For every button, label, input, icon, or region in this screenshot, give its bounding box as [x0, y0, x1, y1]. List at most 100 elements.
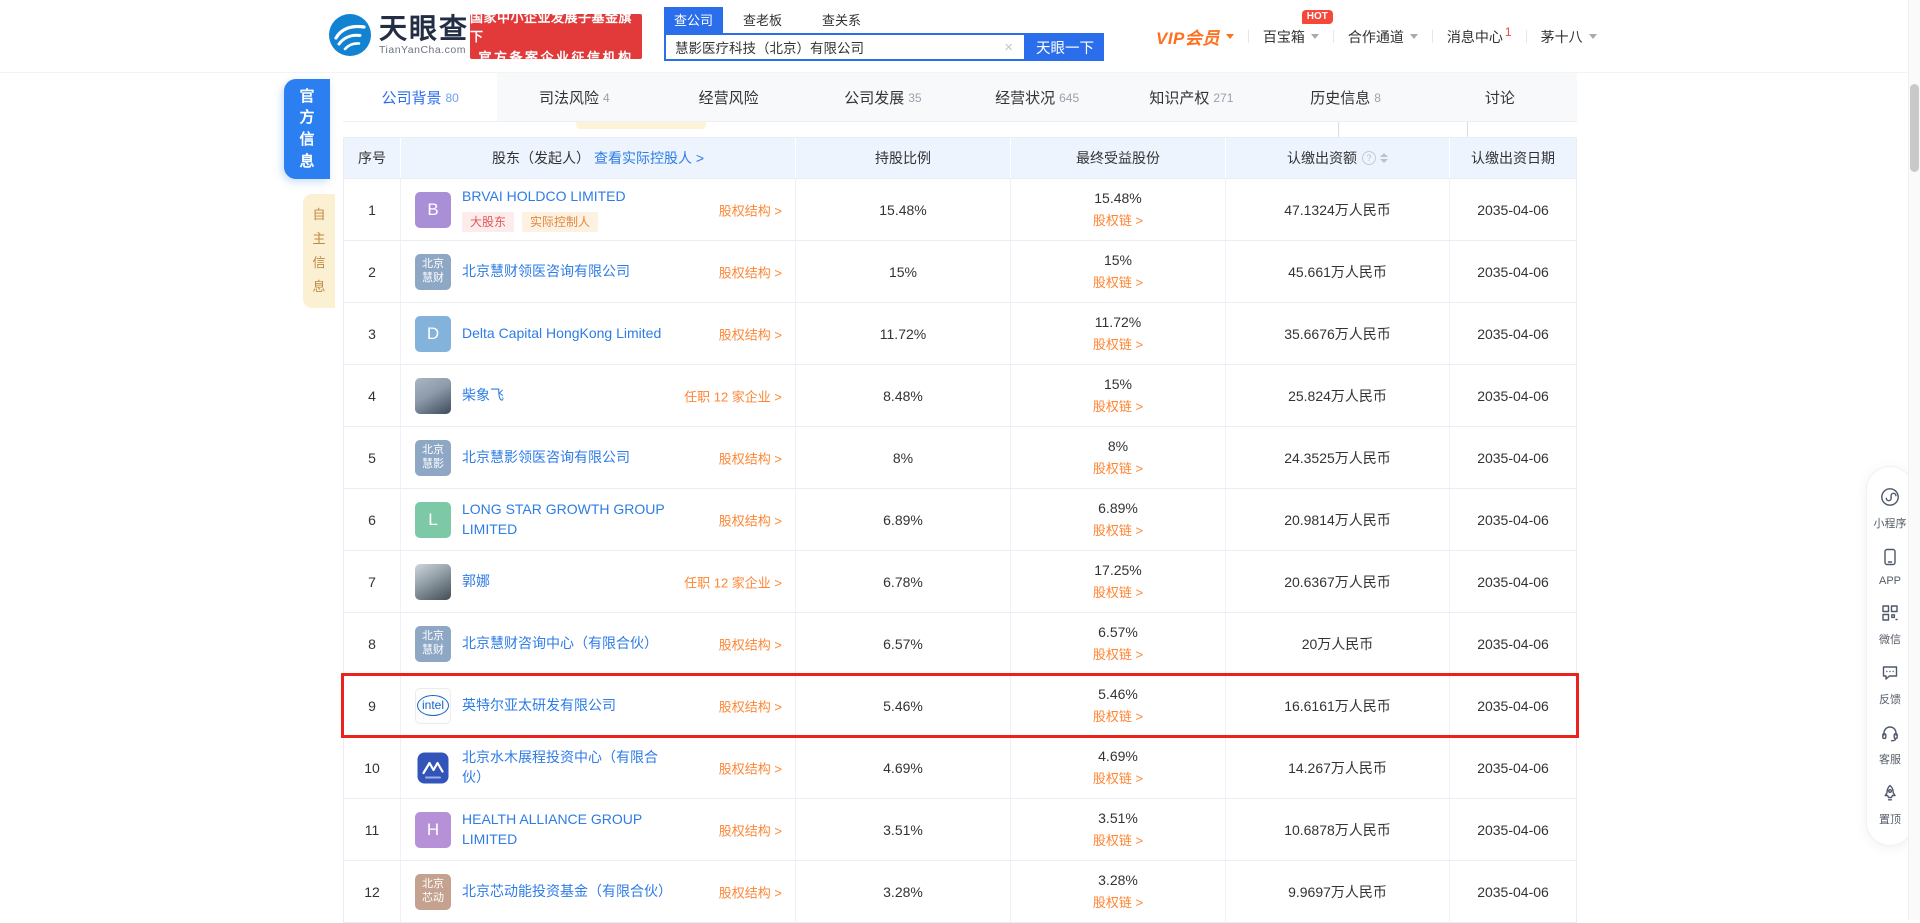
shareholder-avatar[interactable] [415, 377, 451, 414]
shareholder-name-link[interactable]: 英特尔亚太研发有限公司 [462, 696, 616, 716]
vip-member-menu[interactable]: VIP会员 [1156, 24, 1234, 49]
beneficial-share-value: 15% [1103, 252, 1133, 268]
equity-chain-link[interactable]: 股权链 > [1093, 582, 1143, 601]
shareholder-name-link[interactable]: 北京水木展程投资中心（有限合伙） [462, 748, 674, 787]
search-tab[interactable]: 查关系 [812, 7, 871, 33]
nav-tab[interactable]: 历史信息 8 [1269, 73, 1423, 121]
shareholder-name-link[interactable]: 北京慧财咨询中心（有限合伙） [462, 634, 658, 654]
equity-chain-link[interactable]: 股权链 > [1093, 768, 1143, 787]
shareholder-avatar[interactable]: B [415, 191, 451, 228]
shareholder-name-link[interactable]: 柴象飞 [462, 386, 504, 406]
shareholder-avatar[interactable]: 北京 慧财 [415, 253, 451, 290]
shareholder-name-link[interactable]: Delta Capital HongKong Limited [462, 324, 661, 344]
search-input[interactable]: 慧影医疗科技（北京）有限公司 × [664, 33, 1026, 61]
holding-ratio-value: 11.72% [879, 325, 927, 342]
equity-structure-link[interactable]: 股权结构 > [719, 510, 782, 529]
equity-chain-link[interactable]: 股权链 > [1093, 644, 1143, 663]
equity-chain-link[interactable]: 股权链 > [1093, 396, 1143, 415]
nav-tab[interactable]: 公司发展 35 [806, 73, 960, 121]
equity-chain-link[interactable]: 股权链 > [1093, 830, 1143, 849]
subscribed-capital-value: 10.6878万人民币 [1284, 821, 1391, 838]
shareholder-avatar[interactable]: 北京 芯动 [415, 873, 451, 910]
equity-structure-link[interactable]: 股权结构 > [719, 634, 782, 653]
shareholder-avatar[interactable] [415, 750, 451, 786]
floatbar-item-置顶[interactable]: 置顶 [1879, 783, 1901, 827]
message-center-menu[interactable]: 消息中心 1 [1447, 25, 1512, 47]
nav-tab[interactable]: 公司背景 80 [343, 73, 498, 121]
subscription-date-value: 2035-04-06 [1477, 511, 1549, 528]
shareholder-name-link[interactable]: LONG STAR GROWTH GROUP LIMITED [462, 500, 674, 539]
nav-tab[interactable]: 知识产权 271 [1114, 73, 1268, 121]
equity-structure-link[interactable]: 股权结构 > [719, 448, 782, 467]
shareholder-avatar[interactable]: D [415, 315, 451, 352]
search-button[interactable]: 天眼一下 [1026, 33, 1104, 61]
shareholder-name-link[interactable]: 郭娜 [462, 572, 490, 592]
floatbar-item-APP[interactable]: APP [1879, 547, 1901, 587]
beneficial-share-value: 8% [1107, 438, 1129, 454]
equity-chain-link[interactable]: 股权链 > [1093, 706, 1143, 725]
shareholder-avatar[interactable]: 北京 慧影 [415, 439, 451, 476]
shareholder-avatar[interactable]: 北京 慧财 [415, 625, 451, 662]
self-info-label: 自主信息 [312, 206, 326, 295]
floatbar-item-label: 客服 [1879, 754, 1901, 766]
equity-structure-link[interactable]: 股权结构 > [719, 882, 782, 901]
side-tab-official-info[interactable]: 官方信息 [284, 79, 330, 179]
equity-chain-link[interactable]: 股权链 > [1093, 520, 1143, 539]
holding-ratio-value: 6.57% [883, 635, 923, 652]
equity-structure-link[interactable]: 任职 12 家企业 > [684, 386, 782, 405]
equity-structure-link[interactable]: 股权结构 > [719, 696, 782, 715]
clear-search-icon[interactable]: × [1002, 39, 1015, 56]
user-menu[interactable]: 茅十八 [1541, 27, 1597, 47]
shareholder-name-link[interactable]: 北京芯动能投资基金（有限合伙） [462, 882, 672, 902]
nav-tab-count: 645 [1059, 91, 1080, 105]
ratio-header-label: 持股比例 [875, 150, 931, 166]
equity-structure-link[interactable]: 股权结构 > [719, 262, 782, 281]
nav-tab[interactable]: 经营风险 [652, 73, 806, 121]
row-index: 8 [368, 635, 376, 652]
floatbar-item-微信[interactable]: 微信 [1879, 603, 1901, 647]
page-scrollbar[interactable] [1908, 0, 1920, 920]
shareholder-name-link[interactable]: BRVAI HOLDCO LIMITED [462, 187, 626, 207]
equity-chain-link[interactable]: 股权链 > [1093, 210, 1143, 229]
cooperation-menu[interactable]: 合作通道 [1348, 27, 1418, 47]
holding-ratio-value: 8.48% [883, 387, 923, 404]
toolbox-menu[interactable]: 百宝箱 HOT [1263, 9, 1333, 47]
shareholder-name-link[interactable]: 北京慧财领医咨询有限公司 [462, 262, 630, 282]
tianyancha-logo[interactable]: 天眼查 TianYanCha.com [328, 13, 469, 57]
sort-icon[interactable] [1380, 153, 1388, 163]
equity-structure-link[interactable]: 股权结构 > [719, 200, 782, 219]
side-tab-self-info[interactable]: 自主信息 [303, 194, 335, 308]
nav-tab[interactable]: 司法风险 4 [497, 73, 651, 121]
subscription-date-value: 2035-04-06 [1477, 635, 1549, 652]
equity-chain-link[interactable]: 股权链 > [1093, 458, 1143, 477]
shareholder-avatar[interactable]: intel [415, 687, 451, 724]
search-tab[interactable]: 查公司 [664, 7, 724, 33]
equity-chain-link[interactable]: 股权链 > [1093, 334, 1143, 353]
floatbar-item-小程序[interactable]: 小程序 [1874, 487, 1907, 531]
shareholder-avatar[interactable]: L [415, 501, 451, 538]
search-input-value[interactable]: 慧影医疗科技（北京）有限公司 [675, 37, 1002, 57]
subscribed-capital-value: 14.267万人民币 [1288, 759, 1387, 776]
col-header-beneficial: 最终受益股份 [1011, 138, 1226, 178]
top-menu: VIP会员 百宝箱 HOT 合作通道 消息中心 1 茅十八 [1156, 0, 1597, 73]
equity-structure-link[interactable]: 股权结构 > [719, 820, 782, 839]
view-actual-controller-link[interactable]: 查看实际控股人 > [594, 148, 704, 168]
shareholder-avatar[interactable] [415, 563, 451, 600]
shareholder-name-link[interactable]: 北京慧影领医咨询有限公司 [462, 448, 630, 468]
nav-tab[interactable]: 讨论 [1423, 73, 1577, 121]
equity-structure-link[interactable]: 股权结构 > [719, 758, 782, 777]
search-tab[interactable]: 查老板 [733, 7, 792, 33]
shareholder-avatar[interactable]: H [415, 811, 451, 848]
shareholder-name-link[interactable]: HEALTH ALLIANCE GROUP LIMITED [462, 810, 674, 849]
floatbar-item-反馈[interactable]: 反馈 [1879, 663, 1901, 707]
equity-chain-link[interactable]: 股权链 > [1093, 272, 1143, 291]
scrollbar-thumb[interactable] [1910, 84, 1919, 172]
equity-chain-link[interactable]: 股权链 > [1093, 892, 1143, 911]
equity-structure-link[interactable]: 任职 12 家企业 > [684, 572, 782, 591]
beneficial-header-label: 最终受益股份 [1076, 150, 1160, 166]
floatbar-item-客服[interactable]: 客服 [1879, 723, 1901, 767]
partial-dropdown-control[interactable] [1338, 120, 1468, 137]
nav-tab[interactable]: 经营状况 645 [960, 73, 1114, 121]
info-icon[interactable]: ? [1362, 151, 1376, 165]
equity-structure-link[interactable]: 股权结构 > [719, 324, 782, 343]
